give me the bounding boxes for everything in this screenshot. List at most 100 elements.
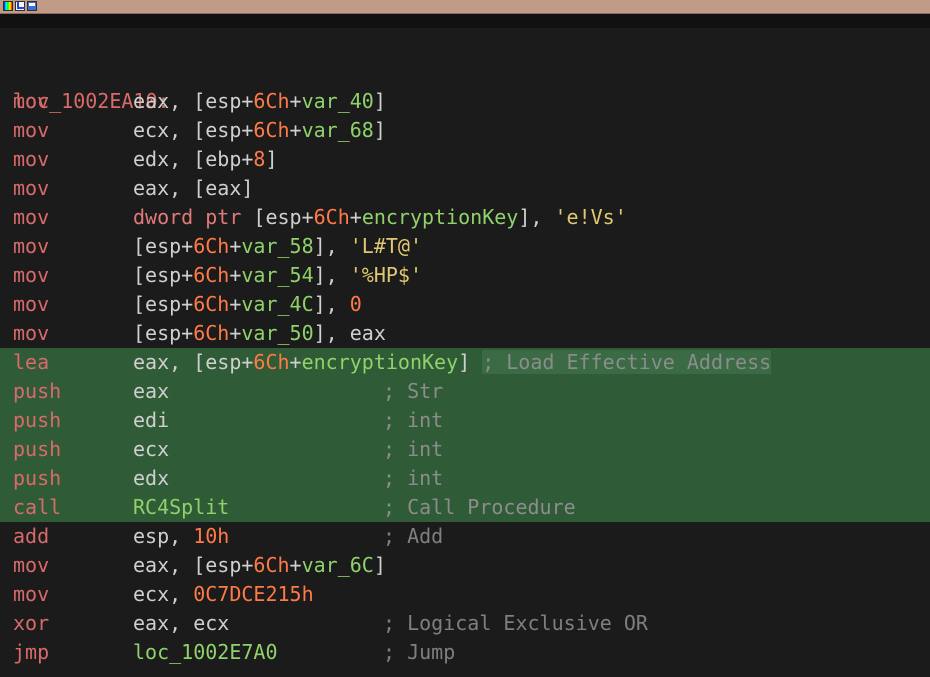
operand-token: ], xyxy=(313,263,350,287)
instruction-comment: ; Str xyxy=(383,379,444,403)
operand-token: loc_1002E7A0 xyxy=(133,640,278,664)
instruction-operands[interactable]: eax xyxy=(133,377,169,406)
instruction-mnemonic[interactable]: mov xyxy=(13,174,49,203)
code-label-line[interactable]: loc_1002EA10: xyxy=(0,58,930,113)
instruction-operands[interactable]: eax, [esp+6Ch+encryptionKey]; Load Effec… xyxy=(133,348,772,377)
instruction-operands[interactable]: esp, 10h xyxy=(133,522,229,551)
code-line[interactable]: push edi ; int xyxy=(0,406,930,435)
instruction-mnemonic[interactable]: add xyxy=(13,522,49,551)
code-line[interactable]: mov [esp+6Ch+var_4C], 0 xyxy=(0,290,930,319)
operand-token: + xyxy=(181,263,194,287)
operand-token: 6Ch xyxy=(193,321,230,345)
instruction-mnemonic[interactable]: mov xyxy=(13,87,49,116)
instruction-comment: ; Load Effective Address xyxy=(482,350,772,374)
operand-token: eax, [eax] xyxy=(133,176,254,200)
instruction-mnemonic[interactable]: push xyxy=(13,464,61,493)
operand-token: encryptionKey xyxy=(301,350,459,374)
instruction-mnemonic[interactable]: mov xyxy=(13,580,49,609)
instruction-operands[interactable]: ecx, [esp+6Ch+var_68] xyxy=(133,116,386,145)
code-line[interactable]: xor eax, ecx ; Logical Exclusive OR xyxy=(0,609,930,638)
operand-token: esp xyxy=(205,350,242,374)
instruction-mnemonic[interactable]: mov xyxy=(13,319,49,348)
operand-token: 'e!Vs' xyxy=(554,205,627,229)
code-line[interactable]: mov dword ptr [esp+6Ch+encryptionKey], 'e… xyxy=(0,203,930,232)
operand-token: 6Ch xyxy=(193,234,230,258)
operand-token: 6Ch xyxy=(253,553,290,577)
instruction-operands[interactable]: eax, [esp+6Ch+var_40] xyxy=(133,87,386,116)
operand-token: ], xyxy=(518,205,555,229)
operand-token: ], xyxy=(313,234,350,258)
operand-token: ], xyxy=(313,292,350,316)
code-line[interactable]: mov [esp+6Ch+var_54], '%HP$' xyxy=(0,261,930,290)
instruction-operands[interactable]: ecx xyxy=(133,435,169,464)
instruction-operands[interactable]: loc_1002E7A0 xyxy=(133,638,278,667)
operand-token: edi xyxy=(133,408,170,432)
operand-token: [ xyxy=(253,205,266,229)
code-line[interactable]: jmp loc_1002E7A0 ; Jump xyxy=(0,638,930,667)
operand-token: + xyxy=(229,263,242,287)
graph-icon[interactable] xyxy=(15,1,25,11)
operand-token: ecx, xyxy=(133,582,194,606)
palette-icon[interactable] xyxy=(3,1,13,11)
instruction-mnemonic[interactable]: xor xyxy=(13,609,49,638)
disassembly-view[interactable]: loc_1002EA10: mov eax, [esp+6Ch+var_40] mo… xyxy=(0,58,930,667)
code-line[interactable]: mov eax, [eax] xyxy=(0,174,930,203)
instruction-operands[interactable]: eax, ecx xyxy=(133,609,229,638)
operand-token: esp xyxy=(265,205,302,229)
instruction-mnemonic[interactable]: mov xyxy=(13,232,49,261)
code-line[interactable]: mov eax, [esp+6Ch+var_6C] xyxy=(0,551,930,580)
operand-token: ] xyxy=(458,350,471,374)
instruction-operands[interactable]: edi xyxy=(133,406,169,435)
operand-token: + xyxy=(181,321,194,345)
instruction-operands[interactable]: [esp+6Ch+var_50], eax xyxy=(133,319,386,348)
instruction-operands[interactable]: eax, [esp+6Ch+var_6C] xyxy=(133,551,386,580)
instruction-mnemonic[interactable]: push xyxy=(13,435,61,464)
instruction-mnemonic[interactable]: jmp xyxy=(13,638,49,667)
instruction-comment: ; Call Procedure xyxy=(383,495,576,519)
code-line[interactable]: mov eax, [esp+6Ch+var_40] xyxy=(0,87,930,116)
instruction-operands[interactable]: [esp+6Ch+var_58], 'L#T@' xyxy=(133,232,422,261)
code-line[interactable]: mov [esp+6Ch+var_58], 'L#T@' xyxy=(0,232,930,261)
operand-token: esp xyxy=(145,321,182,345)
instruction-operands[interactable]: dword ptr [esp+6Ch+encryptionKey], 'e!Vs… xyxy=(133,203,627,232)
code-line[interactable]: push ecx ; int xyxy=(0,435,930,464)
operand-token: + xyxy=(289,553,302,577)
instruction-mnemonic[interactable]: mov xyxy=(13,551,49,580)
operand-token: ecx, [ xyxy=(133,118,206,142)
instruction-mnemonic[interactable]: lea xyxy=(13,348,49,377)
code-line[interactable]: mov [esp+6Ch+var_50], eax xyxy=(0,319,930,348)
instruction-operands[interactable]: eax, [eax] xyxy=(133,174,253,203)
instruction-mnemonic[interactable]: mov xyxy=(13,203,49,232)
instruction-mnemonic[interactable]: mov xyxy=(13,261,49,290)
image-icon[interactable] xyxy=(27,1,37,11)
instruction-operands[interactable]: [esp+6Ch+var_4C], 0 xyxy=(133,290,362,319)
operand-token: + xyxy=(229,234,242,258)
instruction-comment: ; int xyxy=(383,466,444,490)
instruction-mnemonic[interactable]: call xyxy=(13,493,61,522)
instruction-mnemonic[interactable]: mov xyxy=(13,290,49,319)
code-line[interactable]: mov ecx, [esp+6Ch+var_68] xyxy=(0,116,930,145)
instruction-mnemonic[interactable]: push xyxy=(13,406,61,435)
instruction-mnemonic[interactable]: mov xyxy=(13,116,49,145)
operand-token: 6Ch xyxy=(193,292,230,316)
code-line[interactable]: mov ecx, 0C7DCE215h xyxy=(0,580,930,609)
code-line[interactable]: push edx ; int xyxy=(0,464,930,493)
instruction-operands[interactable]: edx, [ebp+8] xyxy=(133,145,278,174)
code-line[interactable]: lea eax, [esp+6Ch+encryptionKey]; Load Ef… xyxy=(0,348,930,377)
code-line[interactable]: add esp, 10h ; Add xyxy=(0,522,930,551)
instruction-operands[interactable]: ecx, 0C7DCE215h xyxy=(133,580,314,609)
operand-token: esp, xyxy=(133,524,194,548)
operand-token: + xyxy=(289,350,302,374)
instruction-mnemonic[interactable]: mov xyxy=(13,145,49,174)
instruction-operands[interactable]: RC4Split xyxy=(133,493,229,522)
operand-token: + xyxy=(301,205,314,229)
code-line[interactable]: push eax ; Str xyxy=(0,377,930,406)
operand-token: eax, [ xyxy=(133,350,206,374)
code-line[interactable]: call RC4Split ; Call Procedure xyxy=(0,493,930,522)
window-titlebar xyxy=(0,0,930,28)
instruction-operands[interactable]: [esp+6Ch+var_54], '%HP$' xyxy=(133,261,422,290)
code-line[interactable]: mov edx, [ebp+8] xyxy=(0,145,930,174)
instruction-mnemonic[interactable]: push xyxy=(13,377,61,406)
instruction-operands[interactable]: edx xyxy=(133,464,169,493)
operand-token: + xyxy=(241,147,254,171)
